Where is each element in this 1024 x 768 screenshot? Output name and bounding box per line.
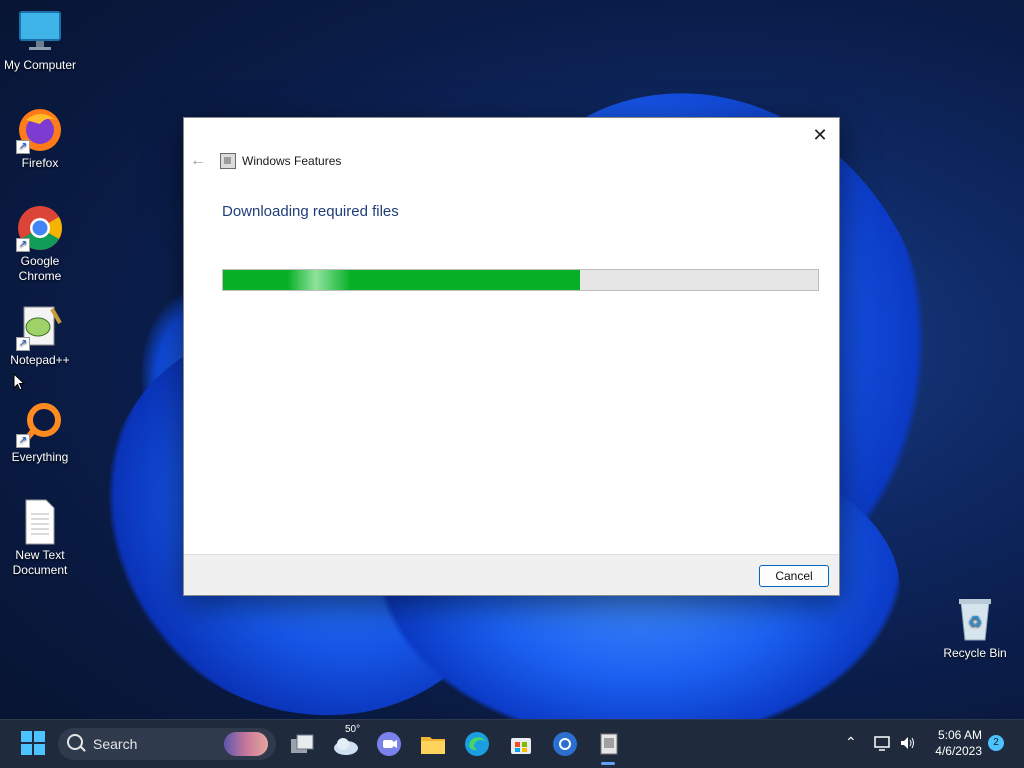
chrome-taskbar-button[interactable] [551,730,579,758]
notification-badge[interactable]: 2 [988,735,1004,751]
chat-icon [377,732,401,756]
text-file-icon [16,498,64,546]
notepad-plus-plus-icon: ↗ [16,303,64,351]
back-button[interactable]: ← [190,152,206,170]
mouse-cursor-icon [13,372,26,396]
speaker-icon [901,737,914,749]
desktop-icon-label: Notepad++ [10,353,70,367]
search-icon [67,734,83,750]
edge-browser-button[interactable] [463,730,491,758]
windows-features-dialog: ✕ ← Windows Features Downloading require… [183,117,840,596]
shortcut-arrow-icon: ↗ [16,434,30,448]
clock-date: 4/6/2023 [935,744,982,758]
desktop-icon-label: Recycle Bin [943,646,1007,660]
desktop-icon-firefox[interactable]: ↗ Firefox [0,106,80,171]
dialog-title-row: Windows Features [220,153,341,169]
desktop-icon-label: Firefox [21,156,59,170]
network-button[interactable] [874,734,892,755]
shortcut-arrow-icon: ↗ [16,337,30,351]
download-progress-bar [222,269,819,291]
close-icon: ✕ [812,125,828,145]
firefox-icon: ↗ [16,106,64,154]
cancel-button[interactable]: Cancel [759,565,829,587]
search-label: Search [93,736,138,752]
active-app-indicator [601,762,615,765]
taskbar-search[interactable]: Search [58,728,276,760]
task-view-icon [291,734,314,753]
dialog-title: Windows Features [242,154,342,168]
shortcut-arrow-icon: ↗ [16,238,30,252]
teams-chat-button[interactable] [375,730,403,758]
desktop-icon-label: My Computer [3,58,77,72]
show-hidden-icons-button[interactable]: ⌃ [845,734,857,751]
desktop-icon-everything[interactable]: ↗ Everything [0,400,80,465]
clock[interactable]: 5:06 AM 4/6/2023 [926,727,982,759]
windows-features-taskbar-button[interactable] [595,730,623,758]
monitor-icon [16,8,64,56]
close-button[interactable]: ✕ [807,122,833,148]
store-icon [511,738,531,754]
desktop-icon-label: Everything [11,450,69,464]
shortcut-arrow-icon: ↗ [16,140,30,154]
folder-icon [421,737,445,754]
task-view-button[interactable] [288,730,316,758]
svg-text:♻: ♻ [968,612,982,631]
desktop-icon-my-computer[interactable]: My Computer [0,8,80,73]
edge-icon [465,732,489,756]
desktop-icon-notepad-plus-plus[interactable]: ↗ Notepad++ [0,303,80,368]
magnifier-icon: ↗ [16,400,64,448]
desktop-icon-new-text-document[interactable]: New Text Document [0,498,80,578]
recycle-bin-icon: ♻ [951,596,999,644]
search-highlight-icon [224,732,268,756]
back-arrow-icon: ← [190,152,206,169]
taskbar: Search 50° ⌃ 5:06 AM 4/6/2023 2 [0,719,1024,768]
weather-temp: 50° [345,724,361,735]
desktop-icon-recycle-bin[interactable]: ♻ Recycle Bin [935,596,1015,661]
windows-logo-icon [21,731,45,755]
microsoft-store-button[interactable] [507,730,535,758]
desktop-icon-label: New Text Document [12,548,68,577]
clock-time: 5:06 AM [937,728,982,742]
volume-button[interactable] [899,734,917,755]
status-heading: Downloading required files [222,203,399,220]
windows-features-icon [600,733,618,755]
progress-fill [223,270,580,290]
chrome-icon: ↗ [16,204,64,252]
dialog-footer: Cancel [184,554,839,595]
chrome-icon [553,732,577,756]
windows-features-icon [220,153,236,169]
network-icon [874,736,890,751]
desktop-icon-google-chrome[interactable]: ↗ Google Chrome [0,204,80,284]
weather-widget[interactable]: 50° [332,724,364,758]
chevron-up-icon: ⌃ [845,734,857,750]
start-button[interactable] [20,730,48,758]
desktop-icon-label: Google Chrome [18,254,62,283]
file-explorer-button[interactable] [419,730,447,758]
